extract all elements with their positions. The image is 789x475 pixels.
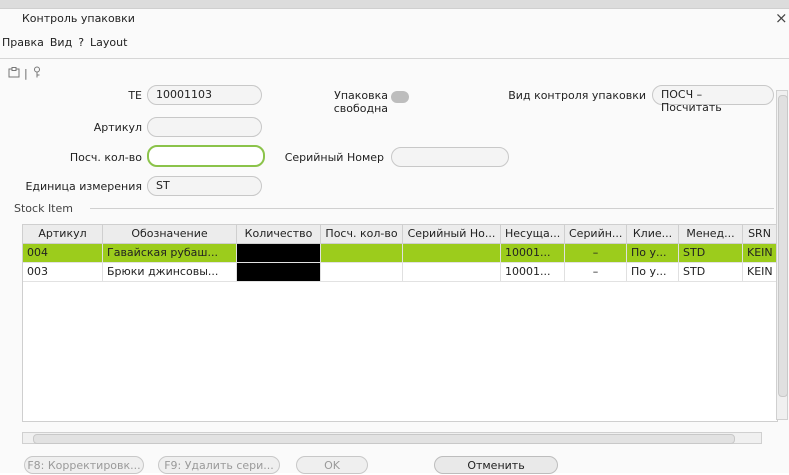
background-window-strip <box>0 0 789 8</box>
horizontal-scrollbar[interactable] <box>22 432 762 444</box>
table-cell: 10001... <box>501 244 565 262</box>
column-header[interactable]: Обозначение <box>103 225 237 243</box>
menu-layout[interactable]: Layout <box>90 36 127 56</box>
column-header[interactable]: Клие... <box>627 225 679 243</box>
table-cell: По у... <box>627 263 679 281</box>
menu-help[interactable]: ? <box>78 36 84 56</box>
table-row[interactable]: 003 Брюки джинсовы... 10001... – По у...… <box>23 263 777 282</box>
column-header[interactable]: Несуща... <box>501 225 565 243</box>
table-cell: STD <box>679 244 743 262</box>
pack-free-toggle[interactable] <box>391 91 409 103</box>
article-field[interactable] <box>147 117 262 137</box>
column-header[interactable]: Серийный Но... <box>403 225 501 243</box>
toolbar-separator: | <box>24 67 28 80</box>
control-type-label: Вид контроля упаковки <box>508 89 646 102</box>
menu-view[interactable]: Вид <box>50 36 72 56</box>
stock-table: Артикул Обозначение Количество Посч. кол… <box>22 224 778 422</box>
table-cell <box>321 263 403 281</box>
column-header[interactable]: Артикул <box>23 225 103 243</box>
column-header[interactable]: SRN <box>743 225 777 243</box>
te-field[interactable]: 10001103 <box>147 85 262 105</box>
column-header[interactable]: Серийн... <box>565 225 627 243</box>
pack-free-label: Упаковка свободна <box>333 89 388 115</box>
control-type-select[interactable]: ПОСЧ – Посчитать <box>652 85 774 114</box>
table-cell: KEIN <box>743 263 777 281</box>
unit-field[interactable]: ST <box>147 176 262 196</box>
group-divider <box>90 208 774 209</box>
correct-button[interactable]: F8: Корректировк... <box>24 456 144 474</box>
table-cell <box>237 244 321 262</box>
count-field[interactable] <box>147 145 265 167</box>
column-header[interactable]: Менед... <box>679 225 743 243</box>
column-header[interactable]: Количество <box>237 225 321 243</box>
horizontal-scroll-thumb[interactable] <box>33 434 735 444</box>
close-icon[interactable]: × <box>775 9 788 27</box>
table-cell: STD <box>679 263 743 281</box>
vertical-scroll-thumb[interactable] <box>778 95 788 397</box>
table-cell: – <box>565 244 627 262</box>
table-cell <box>403 263 501 281</box>
clipboard-icon[interactable] <box>8 66 20 81</box>
menu-edit[interactable]: Правка <box>2 36 44 56</box>
table-header: Артикул Обозначение Количество Посч. кол… <box>23 225 777 244</box>
group-label: Stock Item <box>10 202 77 215</box>
ok-button[interactable]: OK <box>296 456 368 474</box>
serial-field[interactable] <box>391 147 509 167</box>
serial-label: Серийный Номер <box>284 151 384 164</box>
vertical-scrollbar[interactable] <box>776 90 788 420</box>
unit-label: Единица измерения <box>25 180 142 193</box>
delete-serial-button[interactable]: F9: Удалить сери... <box>158 456 280 474</box>
table-cell <box>321 244 403 262</box>
key-icon[interactable] <box>32 66 42 81</box>
table-cell: – <box>565 263 627 281</box>
te-label: TE <box>128 89 142 102</box>
table-cell: Брюки джинсовы... <box>103 263 237 281</box>
table-cell: 10001... <box>501 263 565 281</box>
menu-separator <box>0 58 789 59</box>
table-cell <box>237 263 321 281</box>
count-label: Посч. кол-во <box>69 151 142 164</box>
article-label: Артикул <box>93 121 142 134</box>
cancel-button[interactable]: Отменить <box>434 456 558 474</box>
table-cell: По у... <box>627 244 679 262</box>
table-cell: KEIN <box>743 244 777 262</box>
column-header[interactable]: Посч. кол-во <box>321 225 403 243</box>
menu-bar: Правка Вид ? Layout <box>2 36 127 56</box>
table-cell: 003 <box>23 263 103 281</box>
window-title: Контроль упаковки <box>22 12 135 25</box>
table-cell: Гавайская рубаш... <box>103 244 237 262</box>
table-row[interactable]: 004 Гавайская рубаш... 10001... – По у..… <box>23 244 777 263</box>
table-cell: 004 <box>23 244 103 262</box>
table-cell <box>403 244 501 262</box>
toolbar: | <box>8 66 42 81</box>
